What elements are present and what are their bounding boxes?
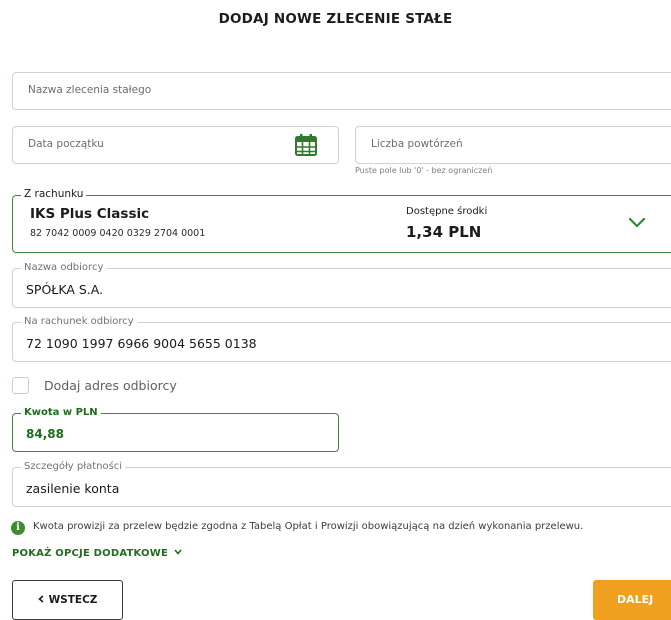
chevron-down-icon xyxy=(174,549,182,555)
account-number: 82 7042 0009 0420 0329 2704 0001 xyxy=(30,228,206,239)
add-address-label[interactable]: Dodaj adres odbiorcy xyxy=(44,378,177,393)
amount-legend: Kwota w PLN xyxy=(21,406,101,420)
recipient-name-value: SPÓŁKA S.A. xyxy=(26,282,104,297)
available-funds-value: 1,34 PLN xyxy=(406,223,482,241)
payment-details-value: zasilenie konta xyxy=(26,481,120,496)
recipient-name-field[interactable]: Nazwa odbiorcy SPÓŁKA S.A. xyxy=(12,261,671,308)
payment-details-field[interactable]: Szczegóły płatności zasilenie konta xyxy=(12,460,671,507)
order-name-placeholder: Nazwa zlecenia stałego xyxy=(28,84,152,96)
account-name: IKS Plus Classic xyxy=(30,206,150,222)
amount-value: 84,88 xyxy=(26,427,64,441)
start-date-placeholder: Data początku xyxy=(28,138,104,150)
amount-field[interactable]: Kwota w PLN 84,88 xyxy=(12,406,339,452)
payment-details-legend: Szczegóły płatności xyxy=(21,460,126,474)
next-button-label: DALEJ xyxy=(617,593,654,606)
add-address-checkbox[interactable] xyxy=(12,377,29,394)
show-more-options-label: POKAŻ OPCJE DODATKOWE xyxy=(12,548,169,559)
back-button-label: WSTECZ xyxy=(48,594,98,606)
start-date-field[interactable]: Data początku xyxy=(12,126,339,164)
chevron-down-icon[interactable] xyxy=(627,216,647,230)
recipient-account-legend: Na rachunek odbiorcy xyxy=(21,315,137,329)
calendar-icon[interactable] xyxy=(294,133,318,157)
order-name-field[interactable]: Nazwa zlecenia stałego xyxy=(12,72,671,110)
show-more-options-link[interactable]: POKAŻ OPCJE DODATKOWE xyxy=(12,548,182,559)
chevron-left-icon xyxy=(37,595,44,603)
recipient-name-legend: Nazwa odbiorcy xyxy=(21,261,107,275)
repetitions-hint: Puste pole lub '0' - bez ograniczeń xyxy=(355,166,493,175)
recipient-account-field[interactable]: Na rachunek odbiorcy 72 1090 1997 6966 9… xyxy=(12,315,671,362)
info-icon: i xyxy=(11,521,25,535)
fee-info-text: Kwota prowizji za przelew będzie zgodna … xyxy=(33,521,584,532)
available-funds-label: Dostępne środki xyxy=(406,206,488,217)
page-title: DODAJ NOWE ZLECENIE STAŁE xyxy=(218,11,453,27)
from-account-select[interactable]: Z rachunku IKS Plus Classic 82 7042 0009… xyxy=(12,187,671,253)
from-account-legend: Z rachunku xyxy=(21,187,87,201)
next-button[interactable]: DALEJ xyxy=(593,580,671,620)
repetitions-placeholder: Liczba powtórzeń xyxy=(371,138,463,150)
recipient-account-value: 72 1090 1997 6966 9004 5655 0138 xyxy=(26,336,257,351)
repetitions-field[interactable]: Liczba powtórzeń xyxy=(355,126,671,164)
back-button[interactable]: WSTECZ xyxy=(12,580,123,620)
